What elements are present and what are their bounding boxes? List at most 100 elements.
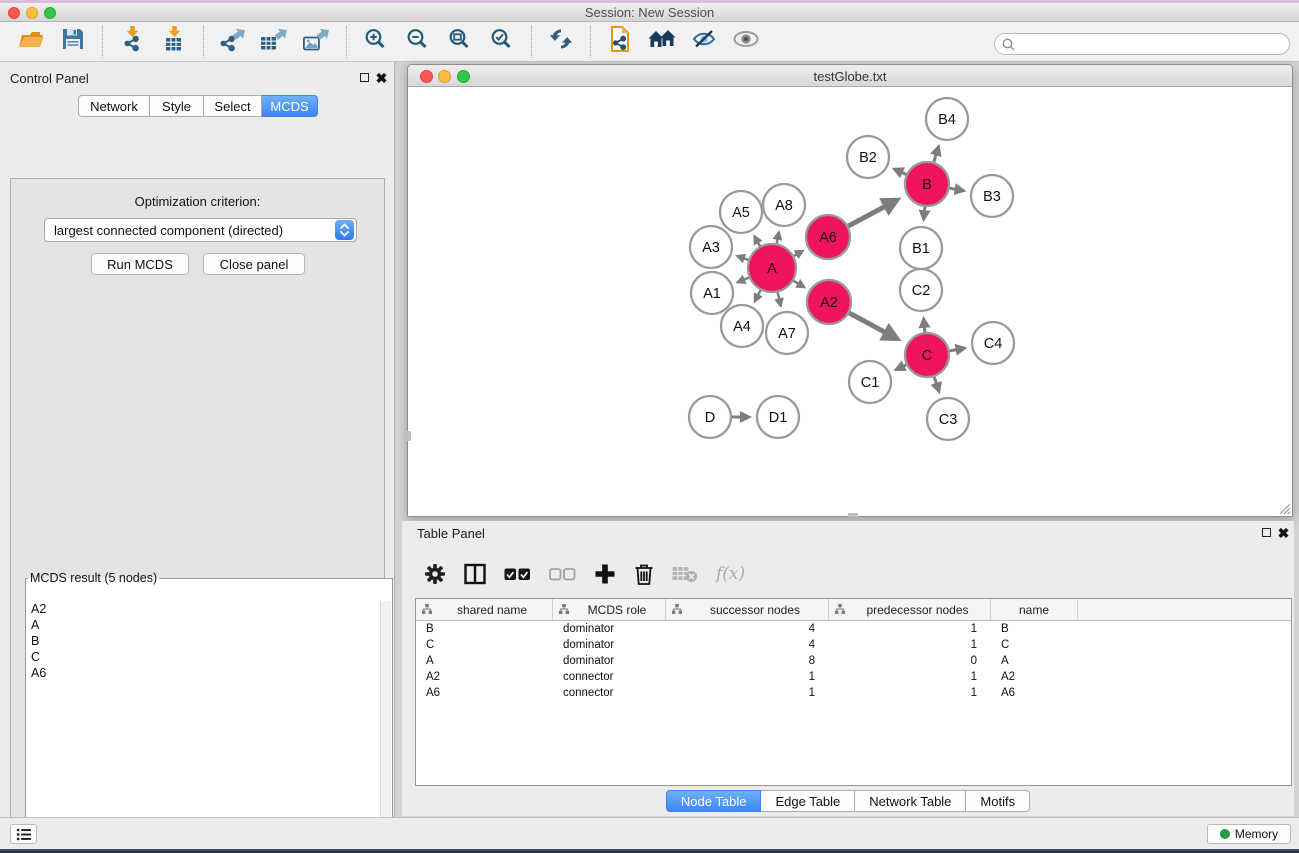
graph-node-C3[interactable]: C3 [927,398,969,440]
mcds-result-item[interactable]: C [27,649,380,665]
network-canvas[interactable]: AA6A2BCA5A8A3A1A4A7B2B4B3B1C2C4C1C3DD1 [408,87,1292,516]
table-settings-button[interactable] [424,558,446,590]
edge-C-C4[interactable] [950,348,965,351]
tab-network-table[interactable]: Network Table [855,790,966,812]
delete-table-button-disabled[interactable] [672,558,698,590]
graph-node-A5[interactable]: A5 [720,191,762,233]
graph-node-A2[interactable]: A2 [807,280,851,324]
table-row-B[interactable]: Bdominator41B [416,621,1291,637]
toggle-graphics-details-button[interactable] [687,26,721,58]
open-file-button[interactable] [14,26,48,58]
function-builder-button-disabled[interactable]: f(x) [716,558,745,590]
tab-select[interactable]: Select [204,95,262,117]
graph-node-C1[interactable]: C1 [849,361,891,403]
graph-node-A4[interactable]: A4 [721,305,763,347]
graph-node-B4[interactable]: B4 [926,98,968,140]
zoom-out-button[interactable] [401,26,435,58]
graph-node-B2[interactable]: B2 [847,136,889,178]
tab-node-table[interactable]: Node Table [666,790,762,812]
table-row-A[interactable]: Adominator80A [416,653,1291,669]
column-header-successor-nodes[interactable]: successor nodes [666,599,829,620]
edge-A-A7[interactable] [778,292,781,305]
task-history-button[interactable] [10,824,37,844]
edge-A-A5[interactable] [755,237,760,247]
edge-A6-B[interactable] [848,200,897,226]
graph-node-C[interactable]: C [905,333,949,377]
table-float-button[interactable] [1260,526,1273,539]
export-table-button[interactable] [258,26,292,58]
tab-style[interactable]: Style [150,95,204,117]
mcds-result-item[interactable]: A [27,617,380,633]
edge-B-B3[interactable] [950,188,964,191]
zoom-in-button[interactable] [359,26,393,58]
table-row-C[interactable]: Cdominator41C [416,637,1291,653]
graph-node-D1[interactable]: D1 [757,396,799,438]
run-mcds-button[interactable]: Run MCDS [91,253,189,275]
graph-node-A6[interactable]: A6 [806,215,850,259]
edge-B-B2[interactable] [894,169,906,174]
graph-node-C2[interactable]: C2 [900,269,942,311]
graph-node-B[interactable]: B [905,162,949,206]
table-row-A6[interactable]: A6connector11A6 [416,685,1291,701]
float-panel-button[interactable] [358,71,371,84]
show-column-button[interactable] [464,558,486,590]
export-network-button[interactable] [216,26,250,58]
tab-network[interactable]: Network [78,95,150,117]
column-header-MCDS-role[interactable]: MCDS role [553,599,666,620]
select-all-button[interactable] [504,558,531,590]
create-column-button[interactable] [594,558,616,590]
mcds-result-item[interactable]: A2 [27,601,380,617]
table-close-button[interactable]: ✖ [1277,526,1290,539]
edge-B-B1[interactable] [924,207,925,219]
mcds-result-item[interactable]: A6 [27,665,380,681]
save-session-button[interactable] [56,26,90,58]
graph-node-A3[interactable]: A3 [690,226,732,268]
mcds-result-item[interactable]: B [27,633,380,649]
search-input[interactable] [1015,35,1281,53]
clone-network-button[interactable] [603,26,637,58]
table-row-A2[interactable]: A2connector11A2 [416,669,1291,685]
criterion-dropdown[interactable]: largest connected component (directed) [44,218,357,242]
result-scrollbar[interactable] [380,601,391,853]
unselect-all-button[interactable] [549,558,576,590]
home-button[interactable] [645,26,679,58]
close-panel-action-button[interactable]: Close panel [203,253,305,275]
graph-node-A[interactable]: A [748,244,796,292]
window-resize-grip[interactable] [1277,501,1291,515]
edge-C-C2[interactable] [924,319,925,332]
column-header-shared-name[interactable]: shared name [416,599,553,620]
graph-node-B3[interactable]: B3 [971,175,1013,217]
graph-node-A7[interactable]: A7 [766,312,808,354]
bottom-scrollbar-tick[interactable] [848,513,858,517]
left-scrollbar-tick[interactable] [407,431,411,441]
column-header-predecessor-nodes[interactable]: predecessor nodes [829,599,991,620]
edge-B-B4[interactable] [934,147,939,162]
edge-A2-C[interactable] [849,313,897,339]
edge-A-A1[interactable] [738,278,749,283]
import-network-button[interactable] [115,26,149,58]
graph-node-A1[interactable]: A1 [691,272,733,314]
column-header-name[interactable]: name [991,599,1078,620]
search-field[interactable] [994,33,1290,55]
graph-node-A8[interactable]: A8 [763,184,805,226]
tab-mcds[interactable]: MCDS [262,95,318,117]
export-image-button[interactable] [300,26,334,58]
delete-column-button[interactable] [634,558,654,590]
graph-node-B1[interactable]: B1 [900,227,942,269]
zoom-selected-button[interactable] [485,26,519,58]
show-hide-view-button[interactable] [729,26,763,58]
edge-A-A6[interactable] [794,251,803,256]
edge-A-A8[interactable] [777,233,779,244]
edge-A-A3[interactable] [738,256,749,260]
edge-C-C1[interactable] [896,365,906,370]
close-panel-button[interactable]: ✖ [375,71,388,84]
memory-button[interactable]: Memory [1207,824,1291,844]
zoom-fit-button[interactable] [443,26,477,58]
import-table-button[interactable] [157,26,191,58]
tab-edge-table[interactable]: Edge Table [761,790,855,812]
edge-A-A4[interactable] [755,290,761,301]
refresh-button[interactable] [544,26,578,58]
edge-C-C3[interactable] [934,377,939,392]
edge-A-A2[interactable] [794,281,805,287]
graph-node-C4[interactable]: C4 [972,322,1014,364]
